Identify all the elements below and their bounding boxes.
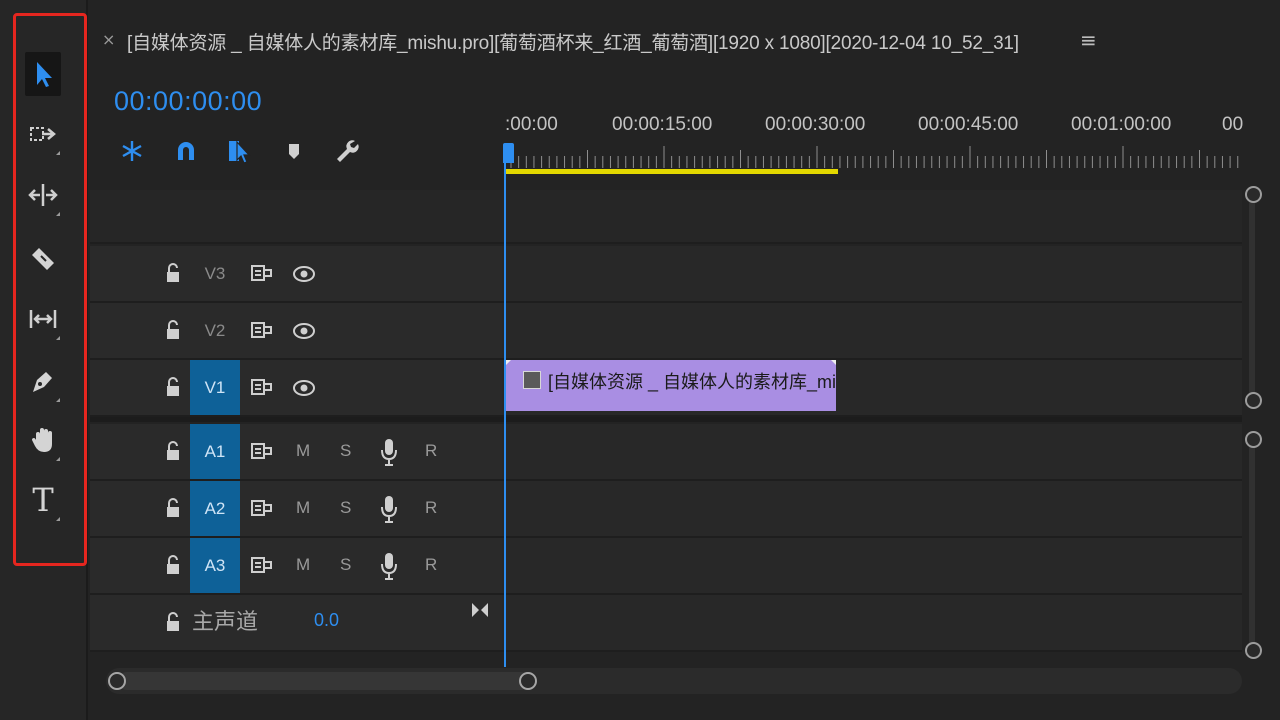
lock-icon[interactable] (166, 612, 180, 632)
sync-lock-icon[interactable] (250, 497, 272, 519)
track-row-master[interactable] (90, 595, 1242, 652)
track-name[interactable]: A3 (190, 538, 240, 593)
time-ruler[interactable] (505, 146, 1245, 170)
track-name[interactable]: V2 (190, 303, 240, 358)
microphone-icon[interactable] (380, 494, 398, 524)
lock-icon[interactable] (166, 377, 180, 397)
lock-icon[interactable] (166, 555, 180, 575)
sync-lock-icon[interactable] (250, 319, 272, 341)
record-button[interactable]: R (425, 441, 437, 461)
add-marker-button[interactable] (280, 136, 308, 166)
master-volume-value[interactable]: 0.0 (314, 610, 339, 631)
solo-button[interactable]: S (340, 498, 351, 518)
ruler-label: :00:00 (505, 114, 558, 135)
panel-menu-button[interactable]: ≡ (1080, 28, 1097, 52)
ruler-label: 00:00:45:00 (918, 114, 1019, 135)
go-to-in-out-icon[interactable] (470, 600, 490, 620)
audio-vertical-scrollbar[interactable] (1249, 444, 1255, 644)
timeline-settings-button[interactable] (333, 136, 361, 166)
track-spacer (90, 190, 1242, 244)
scroll-knob-top[interactable] (1245, 431, 1262, 448)
ruler-label: 00:00:15:00 (612, 114, 713, 135)
lock-icon[interactable] (166, 320, 180, 340)
playhead-timecode[interactable]: 00:00:00:00 (114, 86, 262, 117)
eye-icon[interactable] (292, 265, 316, 283)
zoom-handle-left[interactable] (108, 672, 126, 690)
scroll-knob-bottom[interactable] (1245, 392, 1262, 409)
sequence-title[interactable]: [自媒体资源 _ 自媒体人的素材库_mishu.pro][葡萄酒杯来_红酒_葡萄… (127, 28, 1019, 55)
clip-label: [自媒体资源 _ 自媒体人的素材库_mi (548, 372, 837, 392)
track-name[interactable]: A2 (190, 481, 240, 536)
linked-selection-icon (229, 140, 251, 164)
clip-corner (506, 360, 511, 365)
video-vertical-scrollbar[interactable] (1249, 200, 1255, 395)
microphone-icon[interactable] (380, 551, 398, 581)
ruler-label: 00 (1222, 114, 1244, 135)
mute-button[interactable]: M (296, 555, 310, 575)
track-row-a1[interactable]: A1 M S R (90, 424, 1242, 481)
fx-badge-icon (523, 371, 541, 389)
track-name[interactable]: V3 (190, 246, 240, 301)
clip-corner (831, 360, 836, 365)
solo-button[interactable]: S (340, 441, 351, 461)
snap-button[interactable] (172, 136, 200, 166)
close-tab-button[interactable]: × (102, 30, 115, 49)
track-row-a3[interactable]: A3 M S R (90, 538, 1242, 595)
playhead-line[interactable] (504, 160, 506, 667)
work-area-bar[interactable] (505, 169, 838, 174)
magnet-icon (178, 142, 194, 160)
marker-icon (289, 144, 299, 159)
eye-icon[interactable] (292, 322, 316, 340)
master-track-label: 主声道 (192, 610, 259, 635)
mute-button[interactable]: M (296, 498, 310, 518)
playhead-handle[interactable] (503, 143, 514, 163)
lock-icon[interactable] (166, 263, 180, 283)
snowflake-icon (122, 141, 142, 161)
wrench-icon (337, 140, 359, 162)
lock-icon[interactable] (166, 441, 180, 461)
mute-button[interactable]: M (296, 441, 310, 461)
track-name[interactable]: V1 (190, 360, 240, 415)
ruler-label: 00:01:00:00 (1071, 114, 1172, 135)
sync-lock-icon[interactable] (250, 262, 272, 284)
zoom-handle-right[interactable] (519, 672, 537, 690)
scroll-knob-top[interactable] (1245, 186, 1262, 203)
record-button[interactable]: R (425, 498, 437, 518)
track-row-a2[interactable]: A2 M S R (90, 481, 1242, 538)
tools-highlight-box (13, 13, 87, 566)
nest-sequence-button[interactable] (118, 136, 146, 166)
sync-lock-icon[interactable] (250, 440, 272, 462)
sync-lock-icon[interactable] (250, 554, 272, 576)
scroll-knob-bottom[interactable] (1245, 642, 1262, 659)
ruler-label: 00:00:30:00 (765, 114, 866, 135)
microphone-icon[interactable] (380, 437, 398, 467)
track-row-v3[interactable]: V3 (90, 246, 1242, 303)
record-button[interactable]: R (425, 555, 437, 575)
solo-button[interactable]: S (340, 555, 351, 575)
zoom-scroll-thumb[interactable] (118, 672, 530, 690)
track-name[interactable]: A1 (190, 424, 240, 479)
sync-lock-icon[interactable] (250, 376, 272, 398)
video-audio-divider[interactable] (90, 417, 1242, 422)
eye-icon[interactable] (292, 379, 316, 397)
lock-icon[interactable] (166, 498, 180, 518)
track-row-v2[interactable]: V2 (90, 303, 1242, 360)
linked-selection-button[interactable] (225, 136, 253, 166)
